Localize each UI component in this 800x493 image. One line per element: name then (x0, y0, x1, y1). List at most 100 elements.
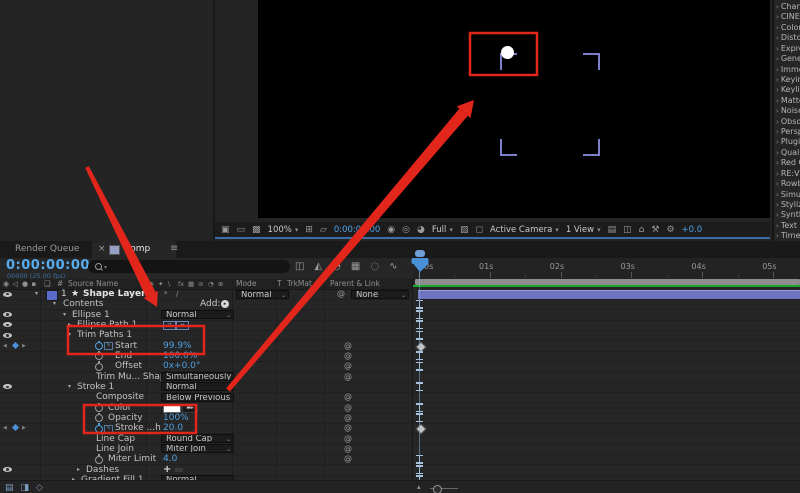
chevron-right-icon[interactable]: › (776, 170, 779, 178)
effects-category-item[interactable]: ›Time (776, 231, 800, 240)
property-label-dashes[interactable]: Dashes (86, 465, 119, 475)
color-picker-icon[interactable]: ▬▸ (182, 404, 198, 413)
property-pickwhip-icon[interactable]: @ (344, 361, 352, 371)
chevron-right-icon[interactable]: › (776, 118, 779, 126)
property-label-miter-limit[interactable]: Miter Limit (108, 454, 156, 464)
stopwatch-icon[interactable] (95, 342, 103, 350)
color-swatch[interactable] (163, 404, 181, 413)
path-reverse-icon[interactable]: ↔ (176, 321, 189, 330)
next-keyframe-icon[interactable]: ▶ (22, 341, 26, 351)
visibility-eye-icon[interactable] (3, 467, 12, 472)
chevron-right-icon[interactable]: › (776, 76, 779, 84)
chevron-right-icon[interactable]: › (776, 222, 779, 230)
expander-icon[interactable]: ▾ (68, 330, 71, 340)
expand-inout-icon[interactable]: ◇ (36, 483, 43, 493)
property-pickwhip-icon[interactable]: @ (344, 434, 352, 444)
current-time-indicator-head[interactable] (411, 257, 429, 273)
resolution-dropdown[interactable]: Full▾ (432, 225, 453, 235)
chevron-right-icon[interactable]: › (776, 201, 779, 209)
property-pickwhip-icon[interactable]: @ (344, 444, 352, 454)
dropdown-trim-multiple-shapes[interactable]: Simultaneously⌄ (161, 372, 234, 381)
property-label-contents[interactable]: Contents (63, 299, 103, 309)
layer-switch-icon[interactable]: / (176, 289, 178, 299)
property-value-miter-limit[interactable]: 4.0 (163, 454, 177, 464)
timeline-zoom-slider-knob[interactable] (433, 485, 442, 493)
transparency-grid-icon[interactable]: ▨ (460, 225, 469, 235)
dropdown-ellipse-1[interactable]: Normal⌄ (161, 310, 234, 319)
renderer-icon[interactable]: ⌂ (639, 225, 645, 235)
dropdown-line-join[interactable]: Miter Join⌄ (161, 444, 234, 453)
path-direction-icon[interactable]: ⇄ (163, 321, 176, 330)
effects-category-item[interactable]: ›Plugins (776, 137, 800, 146)
previous-keyframe-icon[interactable]: ◀ (3, 423, 7, 433)
expander-icon[interactable]: ▾ (53, 299, 56, 309)
chevron-right-icon[interactable]: › (776, 86, 779, 94)
effects-category-item[interactable]: ›RE:Vision (776, 169, 800, 178)
property-label-opacity[interactable]: Opacity (108, 413, 143, 423)
effects-category-item[interactable]: ›Color Correction (776, 23, 800, 32)
property-label-stroke-1[interactable]: Stroke 1 (77, 382, 114, 392)
effects-category-item[interactable]: ›Obsolete (776, 117, 800, 126)
stroke-dot-shape[interactable] (501, 46, 514, 59)
property-label-offset[interactable]: Offset (115, 361, 142, 371)
monitor-icon[interactable]: ▭ (237, 225, 246, 235)
property-pickwhip-icon[interactable]: @ (344, 341, 352, 351)
layer-switch-icon[interactable]: ∞ (152, 289, 158, 299)
chevron-right-icon[interactable]: › (776, 138, 779, 146)
property-pickwhip-icon[interactable]: @ (344, 413, 352, 423)
expand-switches-icon[interactable]: ▤ (5, 483, 14, 493)
stopwatch-icon[interactable] (95, 414, 103, 422)
multi-frame-icon[interactable]: ◫ (623, 225, 632, 235)
previous-keyframe-icon[interactable]: ◀ (3, 341, 7, 351)
expander-icon[interactable]: ▸ (77, 465, 80, 475)
chevron-right-icon[interactable]: › (776, 55, 779, 63)
composition-canvas[interactable] (258, 0, 770, 218)
chevron-right-icon[interactable]: › (776, 232, 779, 240)
add-keyframe-icon[interactable] (12, 424, 19, 431)
property-label-line-cap[interactable]: Line Cap (96, 434, 135, 444)
stopwatch-icon[interactable] (95, 425, 103, 433)
chevron-right-icon[interactable]: › (776, 159, 779, 167)
view-layout-dropdown[interactable]: 1 View▾ (566, 225, 601, 235)
effects-category-item[interactable]: ›Expression Controls (776, 44, 800, 53)
expander-icon[interactable]: ▾ (68, 382, 71, 392)
layer-name[interactable]: Shape Layer 1 (83, 289, 155, 299)
graph-toggle-icon[interactable]: ∿ (104, 425, 113, 433)
property-label-end[interactable]: End (115, 351, 132, 361)
chevron-right-icon[interactable]: › (776, 128, 779, 136)
chevron-right-icon[interactable]: › (776, 45, 779, 53)
effects-category-item[interactable]: ›Perspective (776, 127, 800, 136)
expander-icon[interactable]: ▾ (35, 289, 38, 299)
dropdown-line-cap[interactable]: Round Cap⌄ (161, 434, 234, 443)
magnification-dropdown[interactable]: 100%▾ (268, 225, 299, 235)
property-value-stroke-width[interactable]: 20.0 (163, 423, 183, 433)
parent-link-dropdown[interactable]: None⌄ (351, 290, 409, 299)
chevron-right-icon[interactable]: › (776, 211, 779, 219)
add-keyframe-icon[interactable] (12, 342, 19, 349)
next-keyframe-icon[interactable]: ▶ (22, 423, 26, 433)
chevron-right-icon[interactable]: › (776, 97, 779, 105)
expander-icon[interactable]: ▾ (63, 310, 66, 320)
visibility-eye-icon[interactable] (3, 322, 12, 327)
visibility-eye-icon[interactable] (3, 292, 12, 297)
exposure-value[interactable]: +0.0 (682, 225, 703, 235)
property-value-offset[interactable]: 0x+0.0° (163, 361, 200, 371)
region-of-interest-icon[interactable]: ▱ (320, 225, 327, 235)
effects-category-item[interactable]: ›Synthetic Aperture (776, 210, 800, 219)
effects-category-item[interactable]: ›Keying (776, 75, 800, 84)
exposure-gear-icon[interactable]: ⚙ (666, 225, 674, 235)
effects-category-item[interactable]: ›Simulation (776, 190, 800, 199)
chevron-right-icon[interactable]: › (776, 13, 779, 21)
property-pickwhip-icon[interactable]: @ (344, 392, 352, 402)
property-label-line-join[interactable]: Line Join (96, 444, 134, 454)
effects-category-item[interactable]: ›Red Giant (776, 158, 800, 167)
pixel-snap-icon[interactable]: ▤ (608, 225, 617, 235)
chevron-right-icon[interactable]: › (776, 3, 779, 11)
effects-category-item[interactable]: ›CINEMA 4D (776, 12, 800, 21)
pixel-aspect-icon[interactable]: ▩ (252, 225, 261, 235)
multi-view-icon[interactable]: ▣ (221, 225, 230, 235)
property-pickwhip-icon[interactable]: @ (344, 454, 352, 464)
property-value-start[interactable]: 99.9% (163, 341, 192, 351)
effects-category-item[interactable]: ›Distort (776, 33, 800, 42)
zoom-out-mountain-icon[interactable]: ▴ (417, 483, 421, 491)
